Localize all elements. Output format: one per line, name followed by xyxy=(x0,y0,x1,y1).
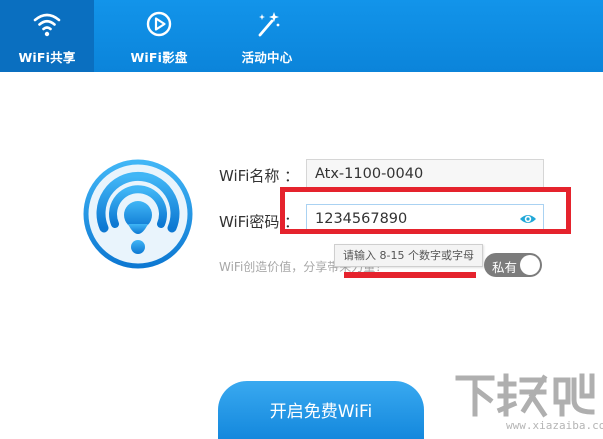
toggle-knob xyxy=(520,255,540,275)
start-free-wifi-button[interactable]: 开启免费WiFi xyxy=(218,381,424,439)
tab-label: WiFi影盘 xyxy=(130,50,188,65)
tab-wifi-disk[interactable]: WiFi影盘 xyxy=(112,0,206,72)
xiazaiba-watermark-logo xyxy=(455,373,595,418)
top-nav-bar: WiFi共享 WiFi影盘 活动中心 xyxy=(0,0,603,72)
tab-label: 活动中心 xyxy=(241,50,293,65)
magic-wand-icon xyxy=(258,12,280,37)
wifi-icon xyxy=(33,13,61,37)
play-icon xyxy=(146,11,172,37)
privacy-toggle-label: 私有 xyxy=(492,260,518,275)
tab-activity-center[interactable]: 活动中心 xyxy=(220,0,314,72)
wifi-name-label: WiFi名称 ： xyxy=(219,167,300,185)
annotation-highlight-box xyxy=(280,187,571,234)
tab-wifi-share[interactable]: WiFi共享 xyxy=(0,0,94,72)
password-hint-tooltip: 请输入 8-15 个数字或字母 xyxy=(334,244,483,267)
wifi-name-field[interactable]: Atx-1100-0040 xyxy=(306,159,544,189)
annotation-underline xyxy=(344,272,476,278)
watermark-url: www.xiazaiba.com xyxy=(506,419,603,432)
tab-label: WiFi共享 xyxy=(18,50,76,65)
privacy-toggle[interactable]: 私有 xyxy=(484,253,542,277)
wifi-share-logo xyxy=(83,159,193,269)
